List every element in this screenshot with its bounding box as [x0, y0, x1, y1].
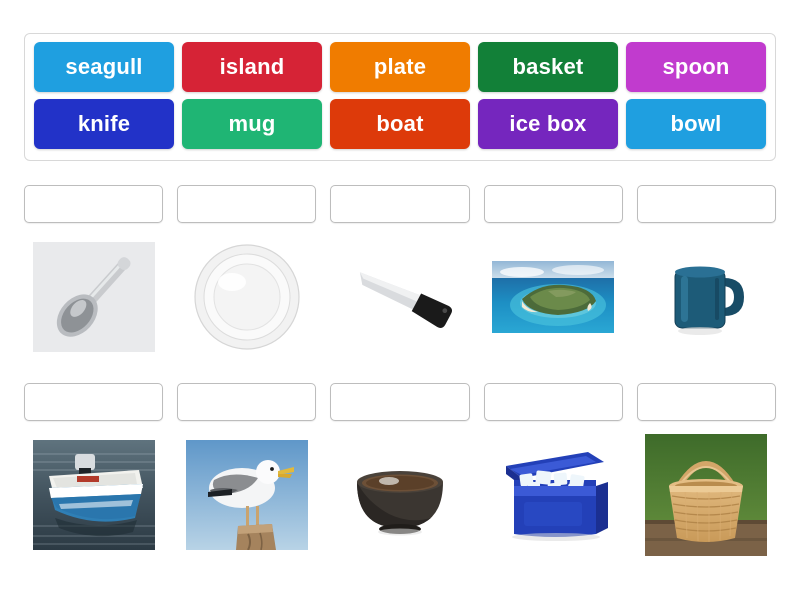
word-bank: seagull island plate basket spoon knife mug bo…: [24, 33, 776, 161]
word-tile-knife[interactable]: knife: [34, 99, 174, 149]
question-cell: [24, 185, 164, 357]
answer-drop-zone[interactable]: [24, 185, 164, 223]
answer-drop-zone[interactable]: [483, 383, 623, 421]
word-tile-seagull[interactable]: seagull: [34, 42, 174, 92]
answer-drop-zone[interactable]: [330, 185, 470, 223]
answer-drop-zone[interactable]: [483, 185, 623, 223]
word-tile-spoon[interactable]: spoon: [626, 42, 766, 92]
spoon-photo: [24, 237, 163, 357]
answer-drop-zone[interactable]: [636, 185, 777, 223]
word-tile-basket[interactable]: basket: [478, 42, 618, 92]
answer-drop-zone[interactable]: [177, 383, 317, 421]
answer-drop-zone[interactable]: [177, 185, 317, 223]
word-bank-row-2: knife mug boat ice box bowl: [34, 99, 766, 149]
question-cell: [330, 185, 470, 357]
bowl-photo: [330, 435, 469, 555]
ice-box-photo: [484, 435, 623, 555]
word-tile-island[interactable]: island: [182, 42, 322, 92]
word-tile-ice-box[interactable]: ice box: [478, 99, 618, 149]
basket-photo: [637, 434, 776, 556]
word-tile-mug[interactable]: mug: [182, 99, 322, 149]
island-photo: [484, 237, 623, 357]
question-row-2: [24, 383, 777, 556]
answer-drop-zone[interactable]: [24, 383, 164, 421]
word-tile-bowl[interactable]: bowl: [626, 99, 766, 149]
question-cell: [483, 383, 623, 555]
word-bank-row-1: seagull island plate basket spoon: [34, 42, 766, 92]
seagull-photo: [177, 435, 316, 555]
question-cell: [177, 185, 317, 357]
question-cell: [177, 383, 317, 555]
question-cell: [483, 185, 623, 357]
plate-photo: [177, 237, 316, 357]
question-cell: [24, 383, 164, 555]
question-cell: [636, 185, 777, 357]
question-cell: [636, 383, 777, 556]
word-tile-boat[interactable]: boat: [330, 99, 470, 149]
mug-photo: [637, 237, 776, 357]
question-cell: [330, 383, 470, 555]
knife-photo: [330, 237, 469, 357]
answer-drop-zone[interactable]: [330, 383, 470, 421]
word-tile-plate[interactable]: plate: [330, 42, 470, 92]
question-row-1: [24, 185, 777, 357]
answer-drop-zone[interactable]: [636, 383, 777, 421]
boat-photo: [24, 435, 163, 555]
